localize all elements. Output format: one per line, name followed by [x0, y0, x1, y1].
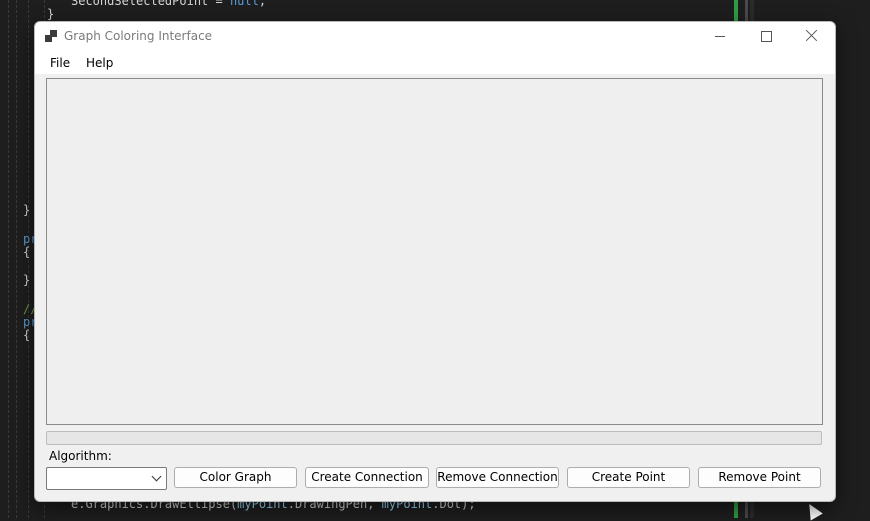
- indent-guide: [16, 0, 17, 518]
- code-line: {: [23, 245, 31, 259]
- maximize-button[interactable]: [743, 22, 789, 50]
- remove-connection-button[interactable]: Remove Connection: [436, 467, 559, 488]
- algorithm-label: Algorithm:: [49, 449, 112, 463]
- mouse-cursor-icon: [803, 500, 823, 521]
- code-line: }: [23, 273, 31, 287]
- app-icon: [45, 30, 57, 42]
- indent-guide: [28, 0, 29, 518]
- graph-coloring-window: Graph Coloring Interface File Help Algor…: [34, 21, 836, 502]
- title-bar[interactable]: Graph Coloring Interface: [35, 22, 835, 50]
- minimize-button[interactable]: [697, 22, 743, 50]
- window-title: Graph Coloring Interface: [64, 29, 213, 43]
- color-graph-button[interactable]: Color Graph: [174, 467, 297, 488]
- create-point-button[interactable]: Create Point: [567, 467, 690, 488]
- graph-canvas[interactable]: [46, 78, 823, 425]
- remove-point-button[interactable]: Remove Point: [698, 467, 821, 488]
- close-icon: [806, 28, 818, 42]
- close-button[interactable]: [789, 22, 835, 50]
- chevron-down-icon: [151, 471, 162, 482]
- minimize-icon: [715, 36, 725, 37]
- menu-file[interactable]: File: [50, 56, 70, 70]
- menu-bar: File Help: [35, 50, 835, 74]
- code-line: }: [23, 203, 31, 217]
- menu-help[interactable]: Help: [86, 56, 113, 70]
- coloring-progress-bar: [46, 431, 822, 445]
- maximize-icon: [761, 31, 772, 42]
- algorithm-select[interactable]: [46, 467, 167, 490]
- indent-guide: [8, 0, 9, 518]
- code-line: }: [47, 7, 55, 21]
- create-connection-button[interactable]: Create Connection: [305, 467, 429, 488]
- code-line: SecondSelectedPoint = null;: [71, 0, 267, 8]
- code-line: {: [23, 328, 31, 342]
